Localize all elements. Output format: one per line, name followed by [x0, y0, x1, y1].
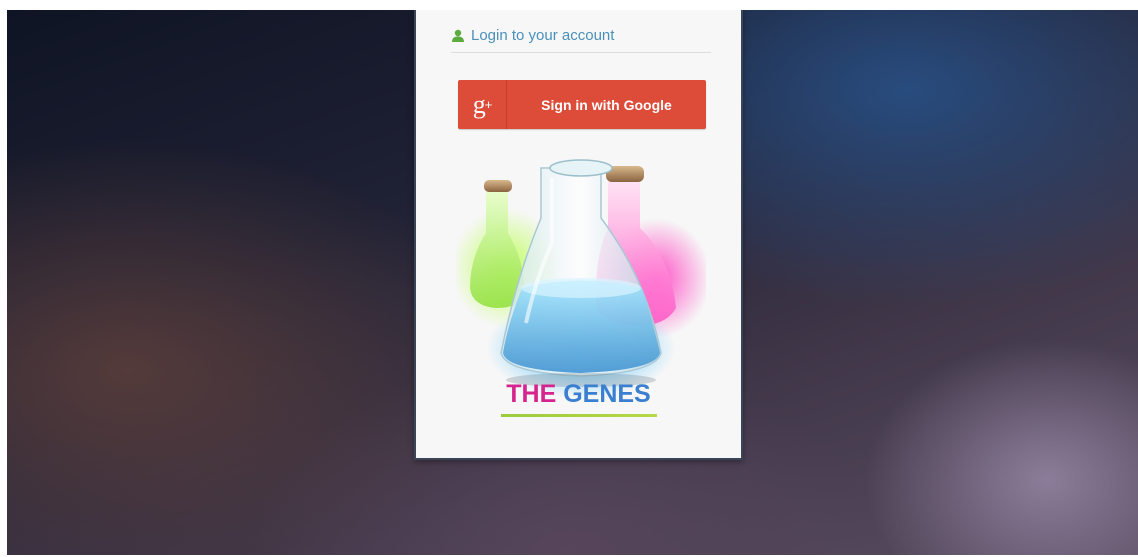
background: Login to your account g + Sign in with Go…: [7, 10, 1138, 555]
login-header: Login to your account: [451, 26, 711, 53]
brand-word-the: THE: [506, 380, 557, 408]
user-icon: [452, 29, 464, 42]
login-panel: Login to your account g + Sign in with Go…: [414, 10, 743, 460]
brand-underline: [501, 414, 657, 417]
sign-in-google-button[interactable]: g + Sign in with Google: [458, 80, 706, 129]
sign-in-google-label: Sign in with Google: [541, 96, 672, 113]
google-plus-icon: g +: [458, 80, 507, 129]
brand-logo-text: THE GENES: [416, 380, 741, 409]
brand-word-genes: GENES: [563, 380, 651, 408]
login-title: Login to your account: [471, 27, 615, 44]
